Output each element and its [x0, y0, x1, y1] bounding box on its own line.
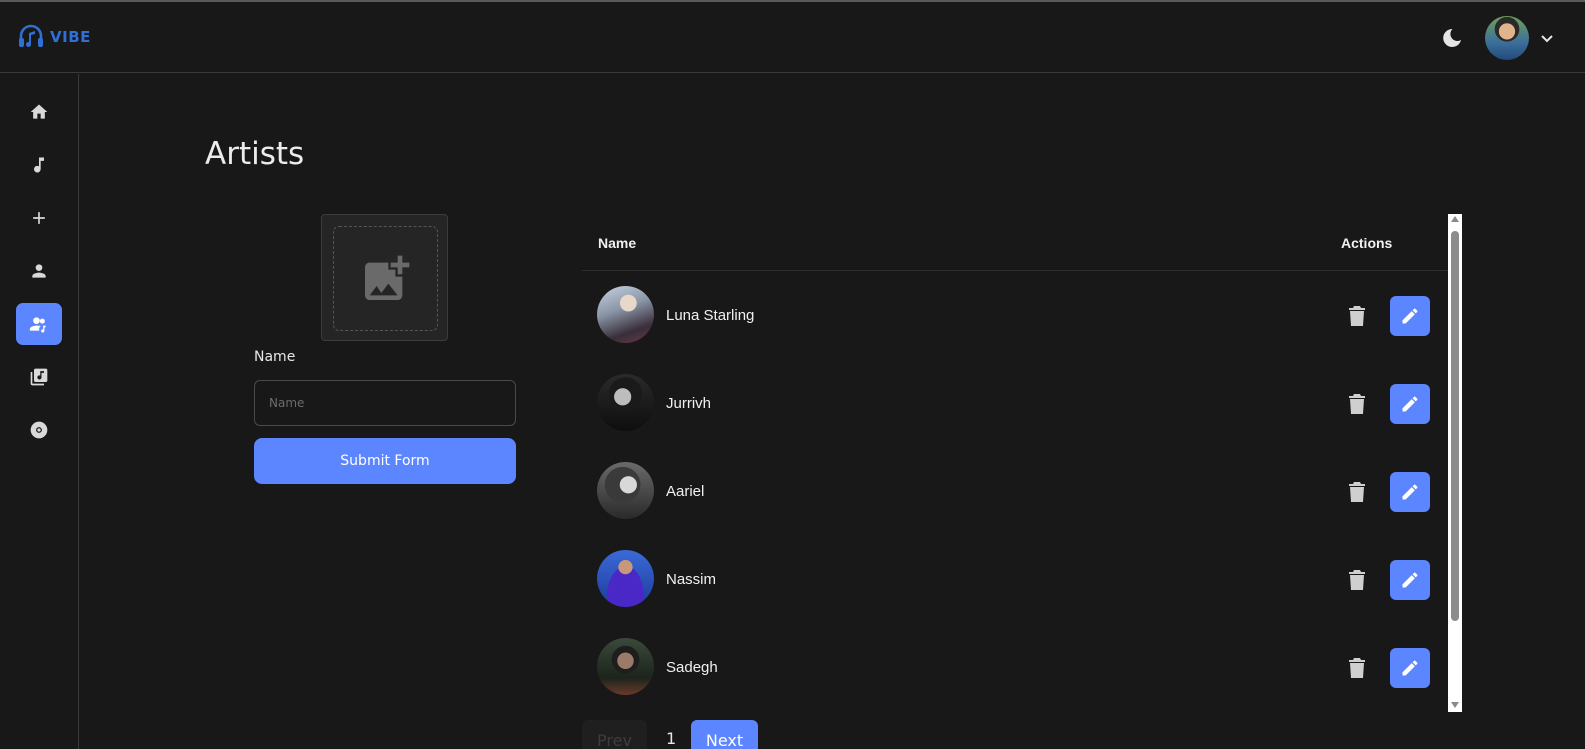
table-row: Jurrivh [582, 359, 1448, 447]
next-page-button[interactable]: Next [691, 720, 758, 749]
prev-page-button[interactable]: Prev [582, 720, 647, 749]
pencil-icon [1402, 572, 1418, 588]
artist-name: Aariel [666, 483, 705, 500]
column-header-actions: Actions [1341, 235, 1393, 251]
table-row: Sadegh [582, 623, 1448, 711]
sidebar-item-playlists[interactable] [16, 356, 62, 398]
image-upload-dropzone[interactable] [321, 214, 448, 341]
trash-icon [1349, 482, 1365, 502]
artist-name: Sadegh [666, 659, 718, 676]
current-page-number: 1 [666, 729, 677, 748]
moon-icon [1443, 28, 1461, 47]
trash-icon [1349, 570, 1365, 590]
table-row: Nassim [582, 535, 1448, 623]
app-header: VIBE [0, 2, 1585, 73]
page-title: Artists [205, 136, 305, 172]
artist-name: Nassim [666, 571, 717, 588]
trash-icon [1349, 394, 1365, 414]
library-music-icon [30, 368, 48, 386]
music-note-icon [34, 157, 44, 173]
chevron-down-icon [1541, 35, 1553, 43]
table-header: Name Actions [582, 214, 1448, 271]
column-header-name: Name [598, 235, 637, 251]
artist-avatar [597, 462, 654, 519]
home-icon [30, 104, 48, 119]
sidebar-item-profile[interactable] [16, 250, 62, 292]
theme-toggle-button[interactable] [1440, 26, 1464, 50]
album-icon [30, 421, 48, 439]
scroll-down-arrow-icon[interactable] [1451, 702, 1459, 708]
sidebar-item-artists[interactable] [16, 303, 62, 345]
artist-avatar [597, 550, 654, 607]
pencil-icon [1402, 660, 1418, 676]
account-menu-toggle[interactable] [1539, 30, 1555, 46]
delete-button[interactable] [1348, 393, 1366, 415]
scroll-up-arrow-icon[interactable] [1451, 216, 1459, 222]
delete-button[interactable] [1348, 305, 1366, 327]
app-logo[interactable]: VIBE [18, 24, 91, 50]
headphones-icon [19, 24, 43, 47]
edit-button[interactable] [1390, 384, 1430, 424]
table-row: Luna Starling [582, 271, 1448, 359]
name-input[interactable] [254, 380, 516, 426]
sidebar-item-songs[interactable] [16, 144, 62, 186]
user-avatar[interactable] [1485, 16, 1529, 60]
artists-table: Name Actions Luna Starling Jurrivh Aarie… [582, 214, 1462, 712]
sidebar-item-add[interactable] [16, 197, 62, 239]
artists-icon [29, 317, 46, 333]
trash-icon [1349, 658, 1365, 678]
edit-button[interactable] [1390, 472, 1430, 512]
edit-button[interactable] [1390, 648, 1430, 688]
artist-name: Luna Starling [666, 307, 755, 324]
artist-avatar [597, 286, 654, 343]
sidebar-item-home[interactable] [16, 91, 62, 133]
delete-button[interactable] [1348, 569, 1366, 591]
pencil-icon [1402, 484, 1418, 500]
scroll-thumb[interactable] [1451, 231, 1459, 621]
sidebar [0, 74, 79, 749]
table-scrollbar[interactable] [1448, 214, 1462, 712]
sidebar-item-albums[interactable] [16, 409, 62, 451]
artist-avatar [597, 374, 654, 431]
artist-name: Jurrivh [666, 395, 712, 412]
delete-button[interactable] [1348, 481, 1366, 503]
name-label: Name [254, 349, 296, 365]
trash-icon [1349, 306, 1365, 326]
edit-button[interactable] [1390, 560, 1430, 600]
edit-button[interactable] [1390, 296, 1430, 336]
pencil-icon [1402, 308, 1418, 324]
logo-text: VIBE [50, 28, 91, 46]
submit-form-button[interactable]: Submit Form [254, 438, 516, 484]
pencil-icon [1402, 396, 1418, 412]
artist-avatar [597, 638, 654, 695]
person-icon [32, 264, 46, 278]
table-row: Aariel [582, 447, 1448, 535]
dropzone-inner [333, 226, 438, 331]
delete-button[interactable] [1348, 657, 1366, 679]
plus-icon [33, 212, 45, 224]
add-photo-icon [364, 255, 409, 300]
